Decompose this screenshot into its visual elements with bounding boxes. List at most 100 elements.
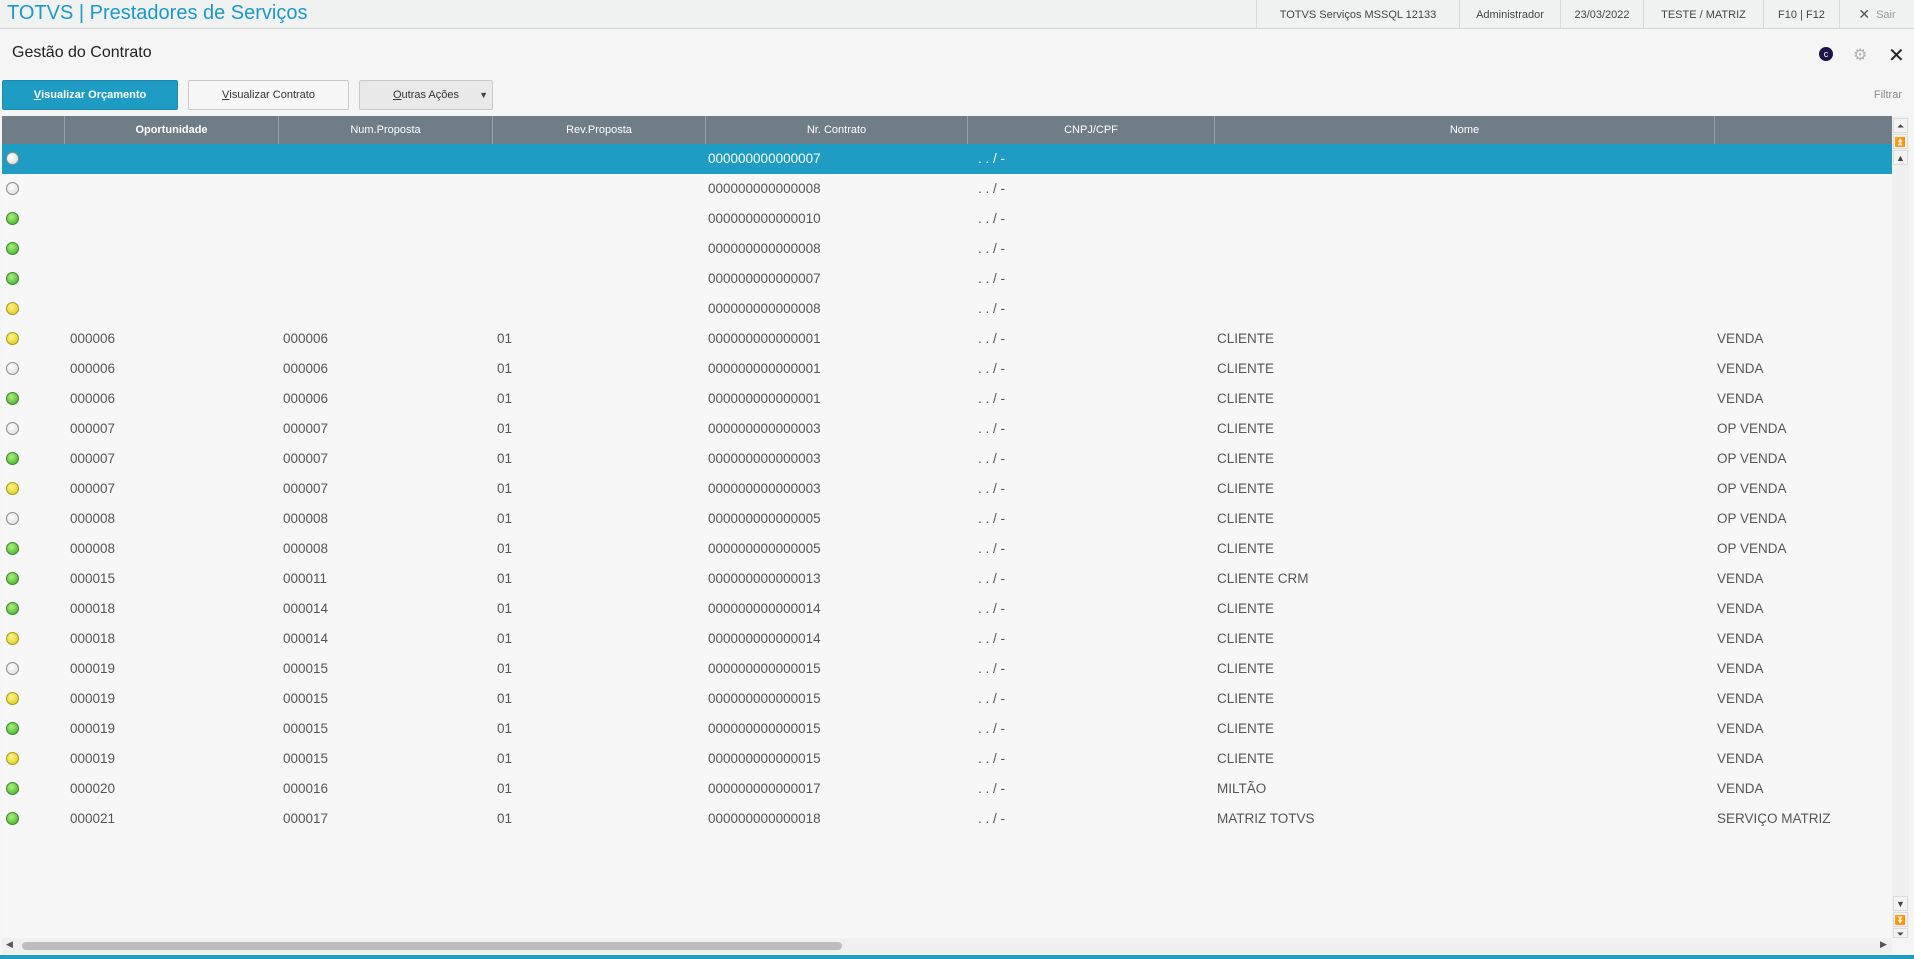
scroll-page-up-icon[interactable]: ⏫: [1893, 134, 1908, 149]
table-row[interactable]: 000007 000007 01 000000000000003 . . / - CLIE…: [2, 444, 1892, 474]
scroll-right-icon[interactable]: ▶: [1880, 939, 1887, 950]
status-yellow-icon[interactable]: [6, 482, 19, 495]
visualizar-contrato-button[interactable]: Visualizar Contrato: [188, 80, 349, 110]
status-yellow-icon[interactable]: [6, 332, 19, 345]
status-green-icon[interactable]: [6, 272, 19, 285]
status-white-icon[interactable]: [6, 422, 19, 435]
status-white-icon[interactable]: [6, 362, 19, 375]
cell-num-proposta: 000007: [283, 481, 329, 496]
table-row[interactable]: 000019 000015 01 000000000000015 . . / - CLIE…: [2, 654, 1892, 684]
environment-info[interactable]: TOTVS Serviços MSSQL 12133: [1256, 0, 1459, 29]
status-yellow-icon[interactable]: [6, 302, 19, 315]
status-green-icon[interactable]: [6, 392, 19, 405]
filter-link[interactable]: Filtrar: [1874, 89, 1902, 101]
status-yellow-icon[interactable]: [6, 752, 19, 765]
table-row[interactable]: 000000000000007 . . / -: [2, 144, 1892, 174]
status-white-icon[interactable]: [6, 182, 19, 195]
help-circle-icon[interactable]: c: [1819, 47, 1833, 61]
scroll-left-icon[interactable]: ◀: [6, 939, 13, 950]
status-green-icon[interactable]: [6, 542, 19, 555]
table-row[interactable]: 000000000000010 . . / -: [2, 204, 1892, 234]
cell-extra: VENDA: [1717, 331, 1764, 346]
horizontal-scrollbar[interactable]: ◀ ▶: [2, 938, 1892, 954]
cell-cnpj-cpf: . . / -: [978, 691, 1005, 706]
header-num-proposta[interactable]: Num.Proposta: [279, 116, 493, 144]
table-row[interactable]: 000006 000006 01 000000000000001 . . / - CLIE…: [2, 354, 1892, 384]
cell-cnpj-cpf: . . / -: [978, 241, 1005, 256]
cell-nome: MILTÃO: [1217, 781, 1267, 796]
table-row[interactable]: 000019 000015 01 000000000000015 . . / - CLIE…: [2, 744, 1892, 774]
header-oportunidade[interactable]: Oportunidade: [65, 116, 279, 144]
status-green-icon[interactable]: [6, 242, 19, 255]
status-white-icon[interactable]: [6, 512, 19, 525]
status-yellow-icon[interactable]: [6, 692, 19, 705]
table-row[interactable]: 000021 000017 01 000000000000018 . . / - MATR…: [2, 804, 1892, 834]
cell-nr-contrato: 000000000000010: [708, 211, 821, 226]
cell-rev-proposta: 01: [497, 541, 513, 556]
scroll-bottom-icon[interactable]: ⏷: [1893, 928, 1908, 939]
status-green-icon[interactable]: [6, 782, 19, 795]
table-row[interactable]: 000000000000008 . . / -: [2, 234, 1892, 264]
header-nr-contrato[interactable]: Nr. Contrato: [706, 116, 968, 144]
close-window-icon[interactable]: ✕: [1888, 43, 1905, 68]
table-row[interactable]: 000018 000014 01 000000000000014 . . / - CLIE…: [2, 594, 1892, 624]
caret-down-icon: ▼: [479, 90, 488, 100]
scroll-top-icon[interactable]: ⏶: [1893, 118, 1908, 133]
header-status[interactable]: [2, 116, 65, 144]
outras-acoes-dropdown[interactable]: Outras Ações ▼: [359, 80, 493, 110]
cell-num-proposta: 000006: [283, 331, 329, 346]
table-row[interactable]: 000020 000016 01 000000000000017 . . / - MILT…: [2, 774, 1892, 804]
table-row[interactable]: 000007 000007 01 000000000000003 . . / - CLIE…: [2, 414, 1892, 444]
table-row[interactable]: 000000000000008 . . / -: [2, 174, 1892, 204]
exit-button[interactable]: ✕ Sair: [1839, 0, 1914, 29]
status-green-icon[interactable]: [6, 572, 19, 585]
cell-nome: CLIENTE: [1217, 511, 1275, 526]
status-white-icon[interactable]: [6, 662, 19, 675]
cell-rev-proposta: 01: [497, 661, 513, 676]
horizontal-scroll-thumb[interactable]: [22, 942, 842, 950]
header-extra[interactable]: [1715, 116, 1892, 144]
header-rev-proposta[interactable]: Rev.Proposta: [493, 116, 706, 144]
status-green-icon[interactable]: [6, 722, 19, 735]
table-row[interactable]: 000006 000006 01 000000000000001 . . / - CLIE…: [2, 384, 1892, 414]
table-row[interactable]: 000008 000008 01 000000000000005 . . / - CLIE…: [2, 534, 1892, 564]
table-row[interactable]: 000000000000007 . . / -: [2, 264, 1892, 294]
vertical-scrollbar[interactable]: ⏶ ⏫ ▲ ▼ ⏬ ⏷: [1892, 116, 1909, 939]
table-row[interactable]: 000019 000015 01 000000000000015 . . / - CLIE…: [2, 714, 1892, 744]
status-green-icon[interactable]: [6, 602, 19, 615]
cell-nome: CLIENTE: [1217, 481, 1275, 496]
cell-oportunidade: 000006: [70, 361, 116, 376]
user-info[interactable]: Administrador: [1459, 0, 1560, 29]
status-white-icon[interactable]: [6, 152, 19, 165]
shortcuts-info[interactable]: F10 | F12: [1763, 0, 1839, 29]
header-nome[interactable]: Nome: [1215, 116, 1715, 144]
cell-num-proposta: 000007: [283, 421, 329, 436]
table-row[interactable]: 000019 000015 01 000000000000015 . . / - CLIE…: [2, 684, 1892, 714]
cell-nr-contrato: 000000000000015: [708, 691, 821, 706]
status-green-icon[interactable]: [6, 212, 19, 225]
scroll-down-icon[interactable]: ▼: [1893, 896, 1908, 911]
date-info[interactable]: 23/03/2022: [1560, 0, 1643, 29]
gear-icon[interactable]: ⚙: [1853, 45, 1867, 65]
cell-oportunidade: 000015: [70, 571, 116, 586]
status-green-icon[interactable]: [6, 452, 19, 465]
cell-rev-proposta: 01: [497, 631, 513, 646]
company-info[interactable]: TESTE / MATRIZ: [1643, 0, 1763, 29]
cell-nr-contrato: 000000000000003: [708, 451, 821, 466]
cell-rev-proposta: 01: [497, 361, 513, 376]
visualizar-orcamento-button[interactable]: Visualizar Orçamento: [2, 80, 178, 110]
header-cnpj-cpf[interactable]: CNPJ/CPF: [968, 116, 1215, 144]
status-yellow-icon[interactable]: [6, 632, 19, 645]
cell-cnpj-cpf: . . / -: [978, 361, 1005, 376]
table-row[interactable]: 000007 000007 01 000000000000003 . . / - CLIE…: [2, 474, 1892, 504]
status-green-icon[interactable]: [6, 812, 19, 825]
table-row[interactable]: 000015 000011 01 000000000000013 . . / - CLIE…: [2, 564, 1892, 594]
table-row[interactable]: 000006 000006 01 000000000000001 . . / - CLIE…: [2, 324, 1892, 354]
cell-num-proposta: 000017: [283, 811, 329, 826]
contracts-grid[interactable]: Oportunidade Num.Proposta Rev.Proposta N…: [2, 116, 1892, 938]
table-row[interactable]: 000008 000008 01 000000000000005 . . / - CLIE…: [2, 504, 1892, 534]
table-row[interactable]: 000000000000008 . . / -: [2, 294, 1892, 324]
scroll-up-icon[interactable]: ▲: [1893, 150, 1908, 165]
scroll-page-down-icon[interactable]: ⏬: [1893, 912, 1908, 927]
table-row[interactable]: 000018 000014 01 000000000000014 . . / - CLIE…: [2, 624, 1892, 654]
